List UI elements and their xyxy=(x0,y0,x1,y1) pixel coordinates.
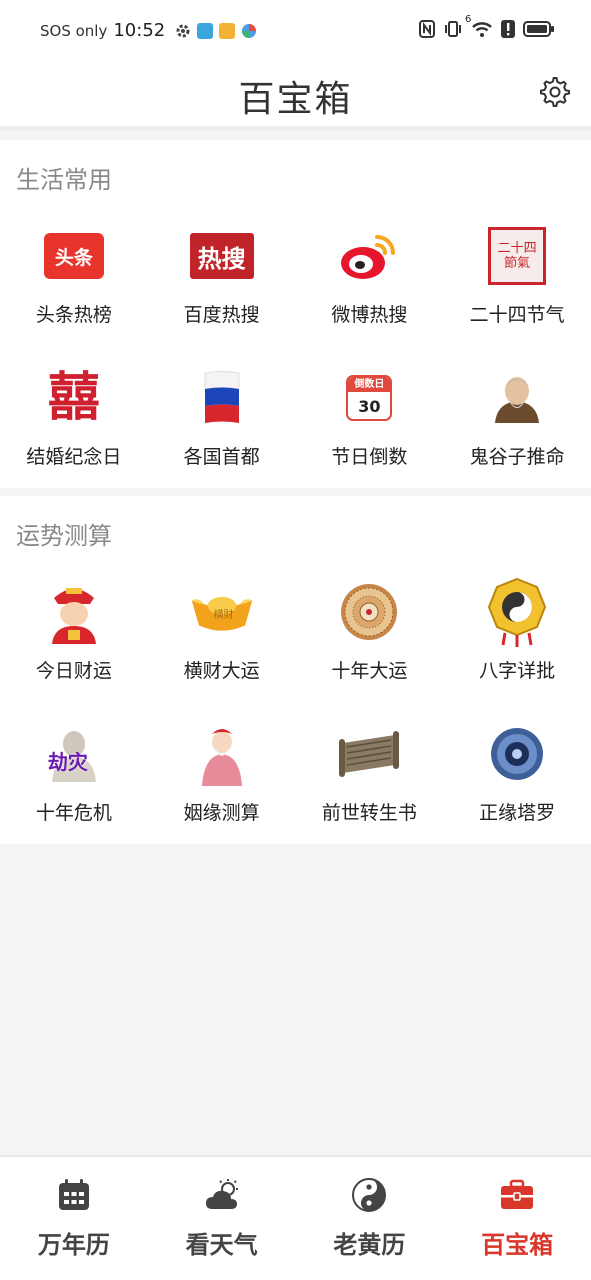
nav-label: 万年历 xyxy=(37,1231,110,1259)
tool-label: 头条热榜 xyxy=(35,304,112,326)
section-fortune: 运势测算 今日财运 横财 横财大运 十年大运 八字详批 劫灾 十年危机 姻缘测算… xyxy=(0,496,591,844)
matchmaker-elder-icon xyxy=(190,722,254,786)
tool-label: 鬼谷子推命 xyxy=(469,446,565,468)
bottom-nav: 万年历 看天气 老黄历 百宝箱 xyxy=(0,1155,591,1280)
gold-ingot-icon: 横财 xyxy=(190,580,254,644)
guiguzi-portrait-icon xyxy=(485,366,549,430)
toutiao-logo-text: 头条 xyxy=(43,233,104,279)
nav-label: 看天气 xyxy=(185,1231,258,1259)
header: 百宝箱 xyxy=(0,64,591,130)
double-happiness-glyph: 囍 xyxy=(47,368,100,428)
tool-decade-crisis[interactable]: 劫灾 十年危机 xyxy=(0,708,148,850)
nav-almanac[interactable]: 老黄历 xyxy=(296,1157,444,1280)
nfc-icon xyxy=(419,20,435,38)
tool-guiguzi[interactable]: 鬼谷子推命 xyxy=(443,352,591,494)
calendar-icon xyxy=(58,1179,89,1210)
status-bar: SOS only 10:52 6 xyxy=(0,0,591,64)
tool-windfall[interactable]: 横财 横财大运 xyxy=(148,566,296,708)
tool-tarot[interactable]: 正缘塔罗 xyxy=(443,708,591,850)
network-type: 6 xyxy=(465,14,472,25)
page-title: 百宝箱 xyxy=(238,79,353,120)
battery-icon xyxy=(523,21,554,37)
tool-label: 八字详批 xyxy=(479,660,556,682)
section-title: 运势测算 xyxy=(16,522,112,550)
tool-baidu-hot[interactable]: 热搜 百度热搜 xyxy=(148,210,296,352)
clock: 10:52 xyxy=(113,20,166,41)
mail-notification-icon xyxy=(219,22,236,39)
toolbox-icon xyxy=(501,1179,534,1209)
scroll-icon xyxy=(337,722,401,786)
tool-label: 今日财运 xyxy=(35,660,112,682)
ingot-text: 横财 xyxy=(213,610,234,621)
tool-world-capitals[interactable]: 各国首都 xyxy=(148,352,296,494)
tool-decade-fortune[interactable]: 十年大运 xyxy=(296,566,444,708)
tool-solar-terms[interactable]: 二十四節氣 二十四节气 xyxy=(443,210,591,352)
tarot-orb-icon xyxy=(485,722,549,786)
double-happiness-icon: 囍 xyxy=(42,366,106,430)
vibrate-icon xyxy=(445,21,461,37)
tool-label: 微博热搜 xyxy=(331,304,408,326)
section-daily-life: 生活常用 头条 头条热榜 热搜 百度热搜 微博热搜 二十四節氣 二十四节气 囍 … xyxy=(0,140,591,488)
calamity-buddha-icon: 劫灾 xyxy=(42,722,106,786)
nav-calendar[interactable]: 万年历 xyxy=(0,1157,148,1280)
tool-grid: 头条 头条热榜 热搜 百度热搜 微博热搜 二十四節氣 二十四节气 囍 结婚纪念日… xyxy=(0,210,591,494)
tool-bazi[interactable]: 八字详批 xyxy=(443,566,591,708)
yin-yang-icon xyxy=(352,1178,387,1212)
bagua-amulet-icon xyxy=(485,577,549,647)
tool-label: 前世转生书 xyxy=(321,802,417,824)
flag-icon xyxy=(190,366,254,430)
tool-toutiao-hot[interactable]: 头条 头条热榜 xyxy=(0,210,148,352)
tool-label: 横财大运 xyxy=(183,660,260,682)
tool-grid: 今日财运 横财 横财大运 十年大运 八字详批 劫灾 十年危机 姻缘测算 前世转生… xyxy=(0,566,591,850)
nav-toolbox[interactable]: 百宝箱 xyxy=(443,1157,591,1280)
tool-holiday-countdown[interactable]: 倒数日 30 节日倒数 xyxy=(296,352,444,494)
toutiao-logo-icon: 头条 xyxy=(42,224,106,288)
countdown-number: 30 xyxy=(358,397,381,416)
weather-icon xyxy=(205,1179,238,1209)
app-notification-icon xyxy=(242,23,257,38)
countdown-calendar-icon: 倒数日 30 xyxy=(337,366,401,430)
tool-weibo-hot[interactable]: 微博热搜 xyxy=(296,210,444,352)
settings-notification-icon xyxy=(176,24,190,37)
tool-label: 二十四节气 xyxy=(469,304,565,326)
calamity-text: 劫灾 xyxy=(47,750,88,774)
nav-label: 老黄历 xyxy=(333,1231,406,1259)
god-of-wealth-icon xyxy=(42,580,106,644)
section-title: 生活常用 xyxy=(16,166,112,194)
hot-search-logo-text: 热搜 xyxy=(189,233,254,279)
weibo-logo-icon xyxy=(337,224,401,288)
alert-icon xyxy=(501,20,515,38)
tool-label: 节日倒数 xyxy=(331,446,408,468)
solar-terms-seal-icon: 二十四節氣 xyxy=(485,224,549,288)
settings-gear-icon[interactable] xyxy=(539,76,571,108)
tool-label: 各国首都 xyxy=(183,446,260,468)
nav-weather[interactable]: 看天气 xyxy=(148,1157,296,1280)
tool-label: 正缘塔罗 xyxy=(479,802,556,824)
carrier-text: SOS only xyxy=(40,21,108,40)
nav-label: 百宝箱 xyxy=(481,1231,554,1259)
tool-label: 姻缘测算 xyxy=(183,802,260,824)
hot-search-logo-icon: 热搜 xyxy=(189,224,254,288)
tool-label: 结婚纪念日 xyxy=(26,446,122,468)
app-notification-icon xyxy=(197,22,214,39)
countdown-header: 倒数日 xyxy=(348,377,391,392)
tool-daily-wealth[interactable]: 今日财运 xyxy=(0,566,148,708)
tool-marriage-fate[interactable]: 姻缘测算 xyxy=(148,708,296,850)
tool-label: 百度热搜 xyxy=(183,304,260,326)
tool-past-life-book[interactable]: 前世转生书 xyxy=(296,708,444,850)
seal-text: 二十四節氣 xyxy=(488,227,547,285)
tool-label: 十年危机 xyxy=(35,802,112,824)
tool-label: 十年大运 xyxy=(331,660,408,682)
wifi-icon xyxy=(472,22,492,37)
tool-wedding-anniversary[interactable]: 囍 结婚纪念日 xyxy=(0,352,148,494)
luopan-compass-icon xyxy=(337,580,401,644)
